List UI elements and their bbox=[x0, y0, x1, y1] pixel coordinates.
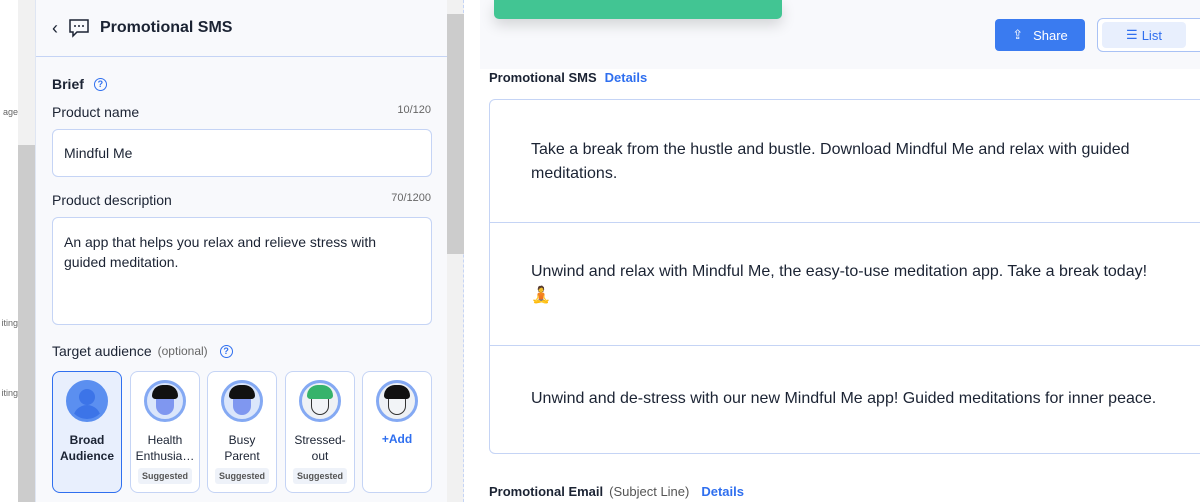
avatar bbox=[144, 380, 186, 422]
back-icon[interactable]: ‹ bbox=[52, 18, 58, 39]
email-section-title: Promotional Email bbox=[489, 484, 604, 499]
sms-result-1[interactable]: Take a break from the hustle and bustle.… bbox=[490, 100, 1200, 223]
scrollbar-thumb[interactable] bbox=[18, 145, 35, 502]
message-text: Take a break from the hustle and bustle.… bbox=[531, 141, 1130, 182]
suggested-badge: Suggested bbox=[214, 468, 269, 484]
share-button[interactable]: ⇪ Share bbox=[995, 19, 1085, 51]
avatar bbox=[376, 380, 418, 422]
audience-card-add[interactable]: +Add bbox=[362, 371, 432, 493]
product-description-label: Product description bbox=[52, 192, 172, 208]
toast-notification bbox=[494, 0, 782, 19]
list-label: List bbox=[1141, 27, 1162, 43]
view-toggle: ☰ List bbox=[1097, 18, 1200, 52]
sms-results-card: Take a break from the hustle and bustle.… bbox=[489, 99, 1200, 454]
truncated-text: iting bbox=[1, 318, 18, 328]
list-view-button[interactable]: ☰ List bbox=[1102, 22, 1186, 48]
sms-result-3[interactable]: Unwind and de-stress with our new Mindfu… bbox=[490, 346, 1200, 454]
product-name-count: 10/120 bbox=[397, 104, 431, 116]
upload-icon: ⇪ bbox=[1012, 27, 1024, 42]
panel-header: ‹ Promotional SMS bbox=[36, 0, 447, 57]
product-name-label: Product name bbox=[52, 104, 140, 120]
message-text: Unwind and relax with Mindful Me, the ea… bbox=[531, 263, 1148, 304]
audience-card-stressed-out[interactable]: Stressed-out Suggested bbox=[285, 371, 355, 493]
avatar bbox=[221, 380, 263, 422]
scrollbar-thumb[interactable] bbox=[447, 14, 464, 254]
group-icon bbox=[66, 380, 108, 422]
panel-scrollbar[interactable] bbox=[447, 0, 464, 502]
audience-card-broad[interactable]: Broad Audience bbox=[52, 371, 122, 493]
chat-bubble-icon bbox=[69, 19, 89, 38]
details-link[interactable]: Details bbox=[701, 484, 744, 499]
message-text: Unwind and de-stress with our new Mindfu… bbox=[531, 390, 1157, 407]
suggested-badge: Suggested bbox=[292, 468, 347, 484]
truncated-text: iting bbox=[1, 388, 18, 398]
audience-label: Stressed-out bbox=[294, 433, 346, 463]
suggested-badge: Suggested bbox=[137, 468, 192, 484]
sms-result-2[interactable]: Unwind and relax with Mindful Me, the ea… bbox=[490, 223, 1200, 346]
audience-card-busy-parent[interactable]: Busy Parent Suggested bbox=[207, 371, 277, 493]
list-icon: ☰ bbox=[1126, 27, 1138, 42]
audience-label: Busy Parent bbox=[224, 433, 260, 463]
audience-label: Broad Audience bbox=[59, 433, 114, 463]
product-description-count: 70/1200 bbox=[391, 192, 431, 204]
panel-title: Promotional SMS bbox=[100, 19, 233, 36]
target-audience-label: Target audience bbox=[52, 343, 152, 359]
share-label: Share bbox=[1033, 27, 1068, 43]
optional-label: (optional) bbox=[157, 344, 208, 358]
brief-panel: ‹ Promotional SMS Brief ? Product name 1… bbox=[35, 0, 447, 502]
details-link[interactable]: Details bbox=[605, 70, 648, 85]
product-name-input[interactable]: Mindful Me bbox=[52, 129, 432, 177]
background-page-strip: age iting iting bbox=[0, 0, 18, 502]
truncated-text: age bbox=[2, 107, 18, 117]
add-audience-label: +Add bbox=[381, 432, 413, 446]
left-scrollbar[interactable] bbox=[18, 0, 35, 502]
help-icon[interactable]: ? bbox=[93, 77, 107, 91]
help-icon[interactable]: ? bbox=[219, 344, 233, 358]
email-section-subtitle: (Subject Line) bbox=[609, 484, 690, 499]
audience-card-health[interactable]: Health Enthusia… Suggested bbox=[130, 371, 200, 493]
product-description-textarea[interactable]: An app that helps you relax and relieve … bbox=[52, 217, 432, 325]
brief-heading: Brief bbox=[52, 76, 84, 92]
avatar bbox=[299, 380, 341, 422]
section-title: Promotional SMS bbox=[489, 70, 597, 85]
audience-label: Health Enthusia… bbox=[135, 433, 195, 463]
